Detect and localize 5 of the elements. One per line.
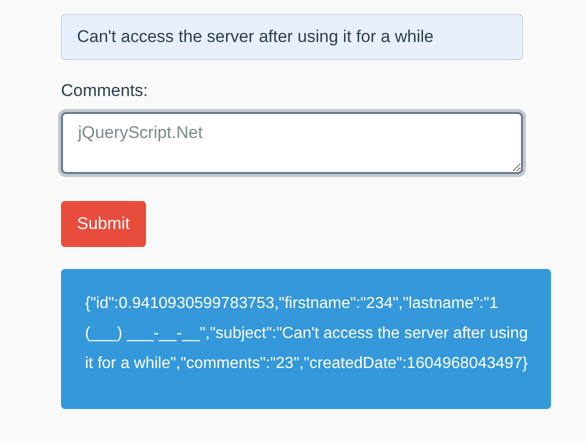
comments-field[interactable]: jQueryScript.Net (61, 112, 523, 174)
submit-button[interactable]: Submit (61, 201, 146, 246)
json-output: {"id":0.9410930599783753,"firstname":"234","lastname":"1 (___) ___-__-__","subject":"Can't access the server after using it for a while","comments":"23","createdDate":1604968043497} (61, 268, 551, 408)
comments-label: Comments: (61, 80, 149, 102)
subject-field[interactable]: Can't access the server after using it for a while (61, 14, 523, 60)
